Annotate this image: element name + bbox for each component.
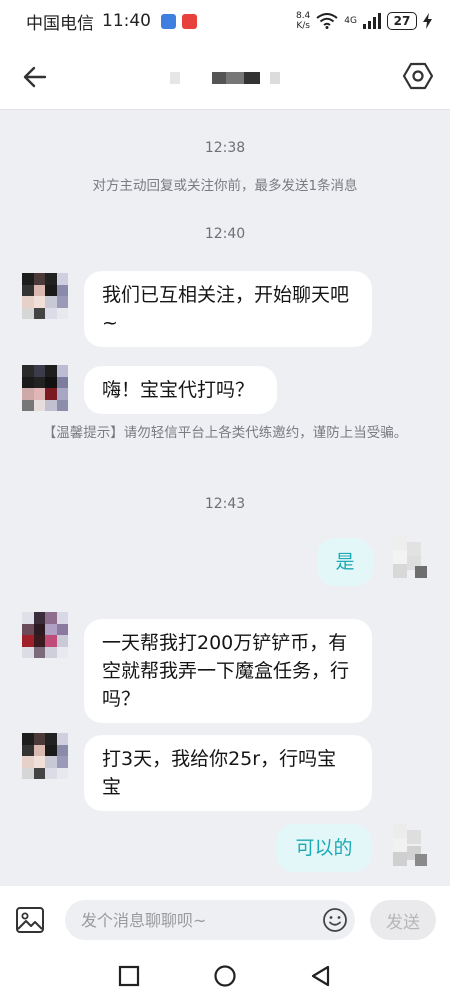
outgoing-message[interactable]: 可以的 [276, 824, 372, 872]
message-list[interactable]: 12:38 对方主动回复或关注你前，最多发送1条消息 12:40 我们已互相关注… [0, 111, 450, 886]
home-icon[interactable] [213, 964, 237, 988]
app-notification-icon-2 [182, 13, 197, 29]
emoji-icon[interactable] [322, 907, 348, 933]
incoming-message[interactable]: 一天帮我打200万铲铲币，有空就帮我弄一下魔盒任务，行吗？ [84, 619, 372, 723]
network-speed: 8.4 K/s [296, 11, 310, 31]
my-avatar[interactable] [385, 822, 431, 870]
contact-name-blurred [165, 72, 290, 84]
carrier-name: 中国电信 [26, 13, 94, 34]
timestamp: 12:40 [204, 226, 246, 242]
timestamp: 12:43 [204, 496, 246, 512]
message-input-bar: 发送 [0, 886, 450, 952]
message-input[interactable] [65, 900, 355, 940]
outgoing-message[interactable]: 是 [317, 538, 373, 586]
timestamp: 12:38 [204, 140, 246, 156]
chat-header [0, 42, 450, 110]
my-avatar[interactable] [385, 534, 431, 582]
contact-avatar[interactable] [22, 612, 68, 658]
contact-avatar[interactable] [22, 365, 68, 411]
battery-level: 27 [393, 14, 411, 28]
incoming-message[interactable]: 打3天，我给你25r，行吗宝宝 [84, 735, 372, 811]
system-nav-bar [0, 952, 450, 1000]
incoming-message[interactable]: 嗨！宝宝代打吗？ [84, 366, 277, 414]
recent-apps-icon[interactable] [117, 964, 141, 988]
wifi-icon [316, 13, 338, 29]
back-triangle-icon[interactable] [309, 964, 333, 988]
back-arrow-icon[interactable] [20, 62, 50, 92]
status-time: 11:40 [102, 11, 151, 31]
image-picker-icon[interactable] [15, 906, 45, 934]
app-notification-icon [161, 13, 176, 29]
system-notice: 对方主动回复或关注你前，最多发送1条消息 [92, 178, 358, 194]
send-button[interactable]: 发送 [370, 900, 436, 940]
battery-indicator: 27 [387, 12, 417, 30]
signal-strength-icon [363, 13, 381, 29]
system-notice: 【温馨提示】请勿轻信平台上各类代练邀约，谨防上当受骗。 [42, 425, 408, 441]
network-speed-unit: K/s [296, 21, 310, 31]
settings-hexagon-icon[interactable] [402, 60, 434, 92]
contact-avatar[interactable] [22, 273, 68, 319]
network-speed-value: 8.4 [295, 11, 311, 21]
incoming-message[interactable]: 我们已互相关注，开始聊天吧~ [84, 271, 372, 347]
signal-type: 4G [344, 16, 357, 26]
status-bar: 中国电信 11:40 8.4 K/s 4G 27 [0, 0, 450, 42]
charging-icon [423, 13, 432, 29]
contact-avatar[interactable] [22, 733, 68, 779]
